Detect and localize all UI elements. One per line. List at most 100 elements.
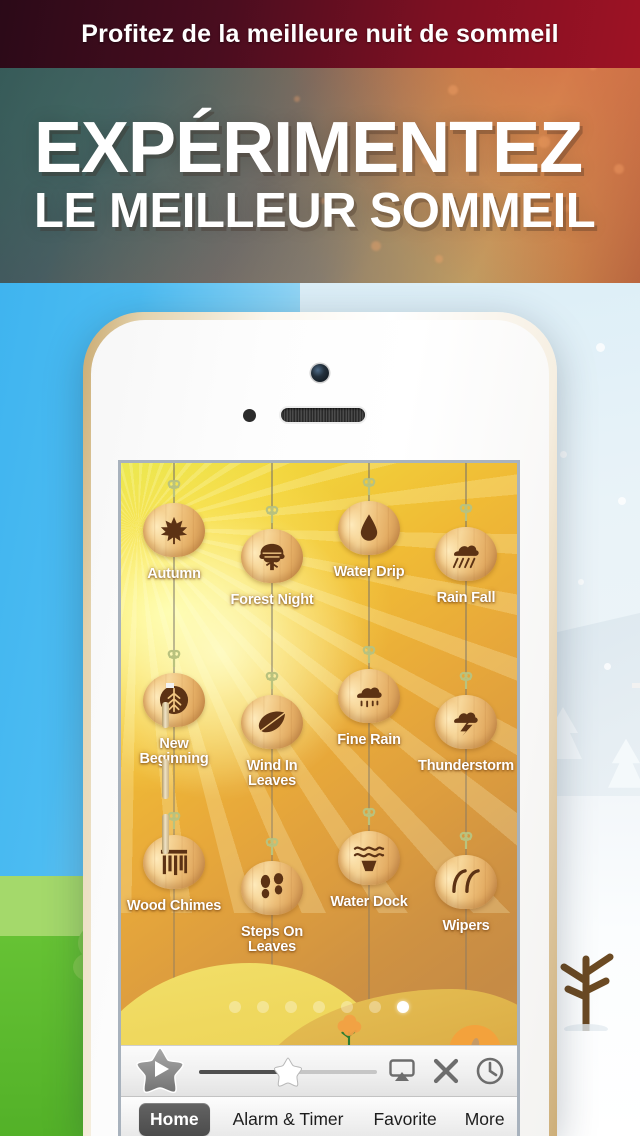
- stem-icon: [459, 671, 473, 689]
- snowflake: [618, 497, 626, 505]
- promo-banner-bar: Profitez de la meilleure nuit de sommeil: [0, 0, 640, 68]
- stem-icon: [459, 503, 473, 521]
- lantern-wood-chimes: [143, 811, 205, 895]
- lantern-fine-rain: [338, 645, 400, 729]
- sound-item-new-beginning[interactable]: New Beginning: [126, 649, 222, 768]
- sound-label: Rain Fall: [436, 590, 496, 606]
- stem-icon: [167, 479, 181, 497]
- front-camera-icon: [311, 364, 329, 382]
- drizzle-cloud-icon: [338, 669, 400, 723]
- snowflake: [596, 343, 605, 352]
- volume-down-button[interactable]: [162, 814, 169, 854]
- page-indicator[interactable]: [229, 1001, 409, 1013]
- proximity-sensor-icon: [243, 409, 256, 422]
- sound-label: Thunderstorm: [418, 758, 514, 774]
- sound-label: Water Dock: [330, 894, 408, 910]
- lantern-new-beginning: [143, 649, 205, 733]
- tab-alarm-timer[interactable]: Alarm & Timer: [222, 1103, 355, 1136]
- phone-screen: Autumn Forest Night Water Drip Rain Fall…: [118, 460, 520, 1136]
- snowflake: [604, 663, 611, 670]
- lantern-thunderstorm: [435, 671, 497, 755]
- slider-thumb[interactable]: [273, 1057, 303, 1087]
- wipers-icon: [435, 855, 497, 909]
- tab-more[interactable]: More: [454, 1103, 516, 1136]
- snowflake: [560, 451, 567, 458]
- promo-banner-text: Profitez de la meilleure nuit de sommeil: [81, 19, 559, 48]
- iphone-device-mockup: Autumn Forest Night Water Drip Rain Fall…: [83, 312, 640, 1136]
- silent-switch[interactable]: [162, 702, 169, 728]
- promo-headline-group: EXPÉRIMENTEZ LE MEILLEUR SOMMEIL: [0, 68, 640, 283]
- sound-item-water-drip[interactable]: Water Drip: [321, 477, 417, 580]
- airplay-button[interactable]: [385, 1054, 419, 1088]
- antenna-line-right: [632, 683, 640, 688]
- sound-label: Forest Night: [230, 592, 314, 608]
- sound-item-fine-rain[interactable]: Fine Rain: [321, 645, 417, 748]
- lantern-wipers: [435, 831, 497, 915]
- lantern-water-drip: [338, 477, 400, 561]
- promo-headline-primary: EXPÉRIMENTEZ: [34, 108, 583, 189]
- page-dot-2[interactable]: [257, 1001, 269, 1013]
- sound-label: Wood Chimes: [126, 898, 222, 914]
- sound-item-water-dock[interactable]: Water Dock: [321, 807, 417, 910]
- app-viewport: Autumn Forest Night Water Drip Rain Fall…: [121, 463, 517, 1136]
- promo-headline-secondary: LE MEILLEUR SOMMEIL: [34, 183, 596, 238]
- rain-cloud-icon: [435, 527, 497, 581]
- page-dot-4[interactable]: [313, 1001, 325, 1013]
- lantern-wind-in-leaves: [241, 671, 303, 755]
- stem-icon: [167, 649, 181, 667]
- page-dot-3[interactable]: [285, 1001, 297, 1013]
- sound-label: Wind In Leaves: [246, 758, 298, 790]
- wood-chimes-icon: [143, 835, 205, 889]
- page-dot-7-active[interactable]: [397, 1001, 409, 1013]
- tab-home[interactable]: Home: [139, 1102, 210, 1136]
- stem-icon: [265, 505, 279, 523]
- sound-item-wipers[interactable]: Wipers: [418, 831, 514, 934]
- lantern-rain-fall: [435, 503, 497, 587]
- stem-icon: [362, 807, 376, 825]
- lantern-water-dock: [338, 807, 400, 891]
- sound-label: Water Drip: [333, 564, 405, 580]
- maple-leaf-icon: [143, 503, 205, 557]
- lantern-steps-on-leaves: [241, 837, 303, 921]
- sound-label: Fine Rain: [337, 732, 401, 748]
- volume-up-button[interactable]: [162, 759, 169, 799]
- promo-header: Profitez de la meilleure nuit de sommeil…: [0, 0, 640, 283]
- antenna-line-left: [166, 683, 174, 688]
- water-dock-icon: [338, 831, 400, 885]
- leaf-icon: [241, 695, 303, 749]
- autumn-tree-icon-2: [337, 1014, 362, 1049]
- play-button[interactable]: [135, 1046, 185, 1096]
- pine-sapling-icon: [143, 673, 205, 727]
- earpiece-speaker-icon: [281, 408, 365, 422]
- stem-icon: [362, 477, 376, 495]
- page-dot-5[interactable]: [341, 1001, 353, 1013]
- water-drop-icon: [338, 501, 400, 555]
- phone-front-face: Autumn Forest Night Water Drip Rain Fall…: [91, 320, 549, 1136]
- footprints-icon: [241, 861, 303, 915]
- timer-button[interactable]: [473, 1054, 507, 1088]
- stem-icon: [362, 645, 376, 663]
- lantern-autumn: [143, 479, 205, 563]
- sound-item-wood-chimes[interactable]: Wood Chimes: [126, 811, 222, 914]
- bare-tree-icon: [560, 953, 614, 1031]
- snowflake: [578, 579, 584, 585]
- close-button[interactable]: [429, 1054, 463, 1088]
- stem-icon: [265, 837, 279, 855]
- volume-slider[interactable]: [199, 1046, 377, 1096]
- lantern-forest-night: [241, 505, 303, 589]
- sound-item-forest-night[interactable]: Forest Night: [224, 505, 320, 608]
- sound-label: Wipers: [442, 918, 490, 934]
- sound-label: Autumn: [147, 566, 201, 582]
- sound-item-wind-in-leaves[interactable]: Wind In Leaves: [224, 671, 320, 790]
- tree-icon: [241, 529, 303, 583]
- page-dot-6[interactable]: [369, 1001, 381, 1013]
- sound-label: New Beginning: [139, 736, 209, 768]
- page-dot-1[interactable]: [229, 1001, 241, 1013]
- sound-item-thunderstorm[interactable]: Thunderstorm: [418, 671, 514, 774]
- tab-favorite[interactable]: Favorite: [362, 1103, 447, 1136]
- sound-item-rain-fall[interactable]: Rain Fall: [418, 503, 514, 606]
- sound-icon-grid: Autumn Forest Night Water Drip Rain Fall…: [121, 463, 517, 983]
- app-tab-bar: Home Alarm & Timer Favorite More: [121, 1097, 517, 1136]
- sound-item-steps-on-leaves[interactable]: Steps On Leaves: [224, 837, 320, 955]
- sound-item-autumn[interactable]: Autumn: [126, 479, 222, 582]
